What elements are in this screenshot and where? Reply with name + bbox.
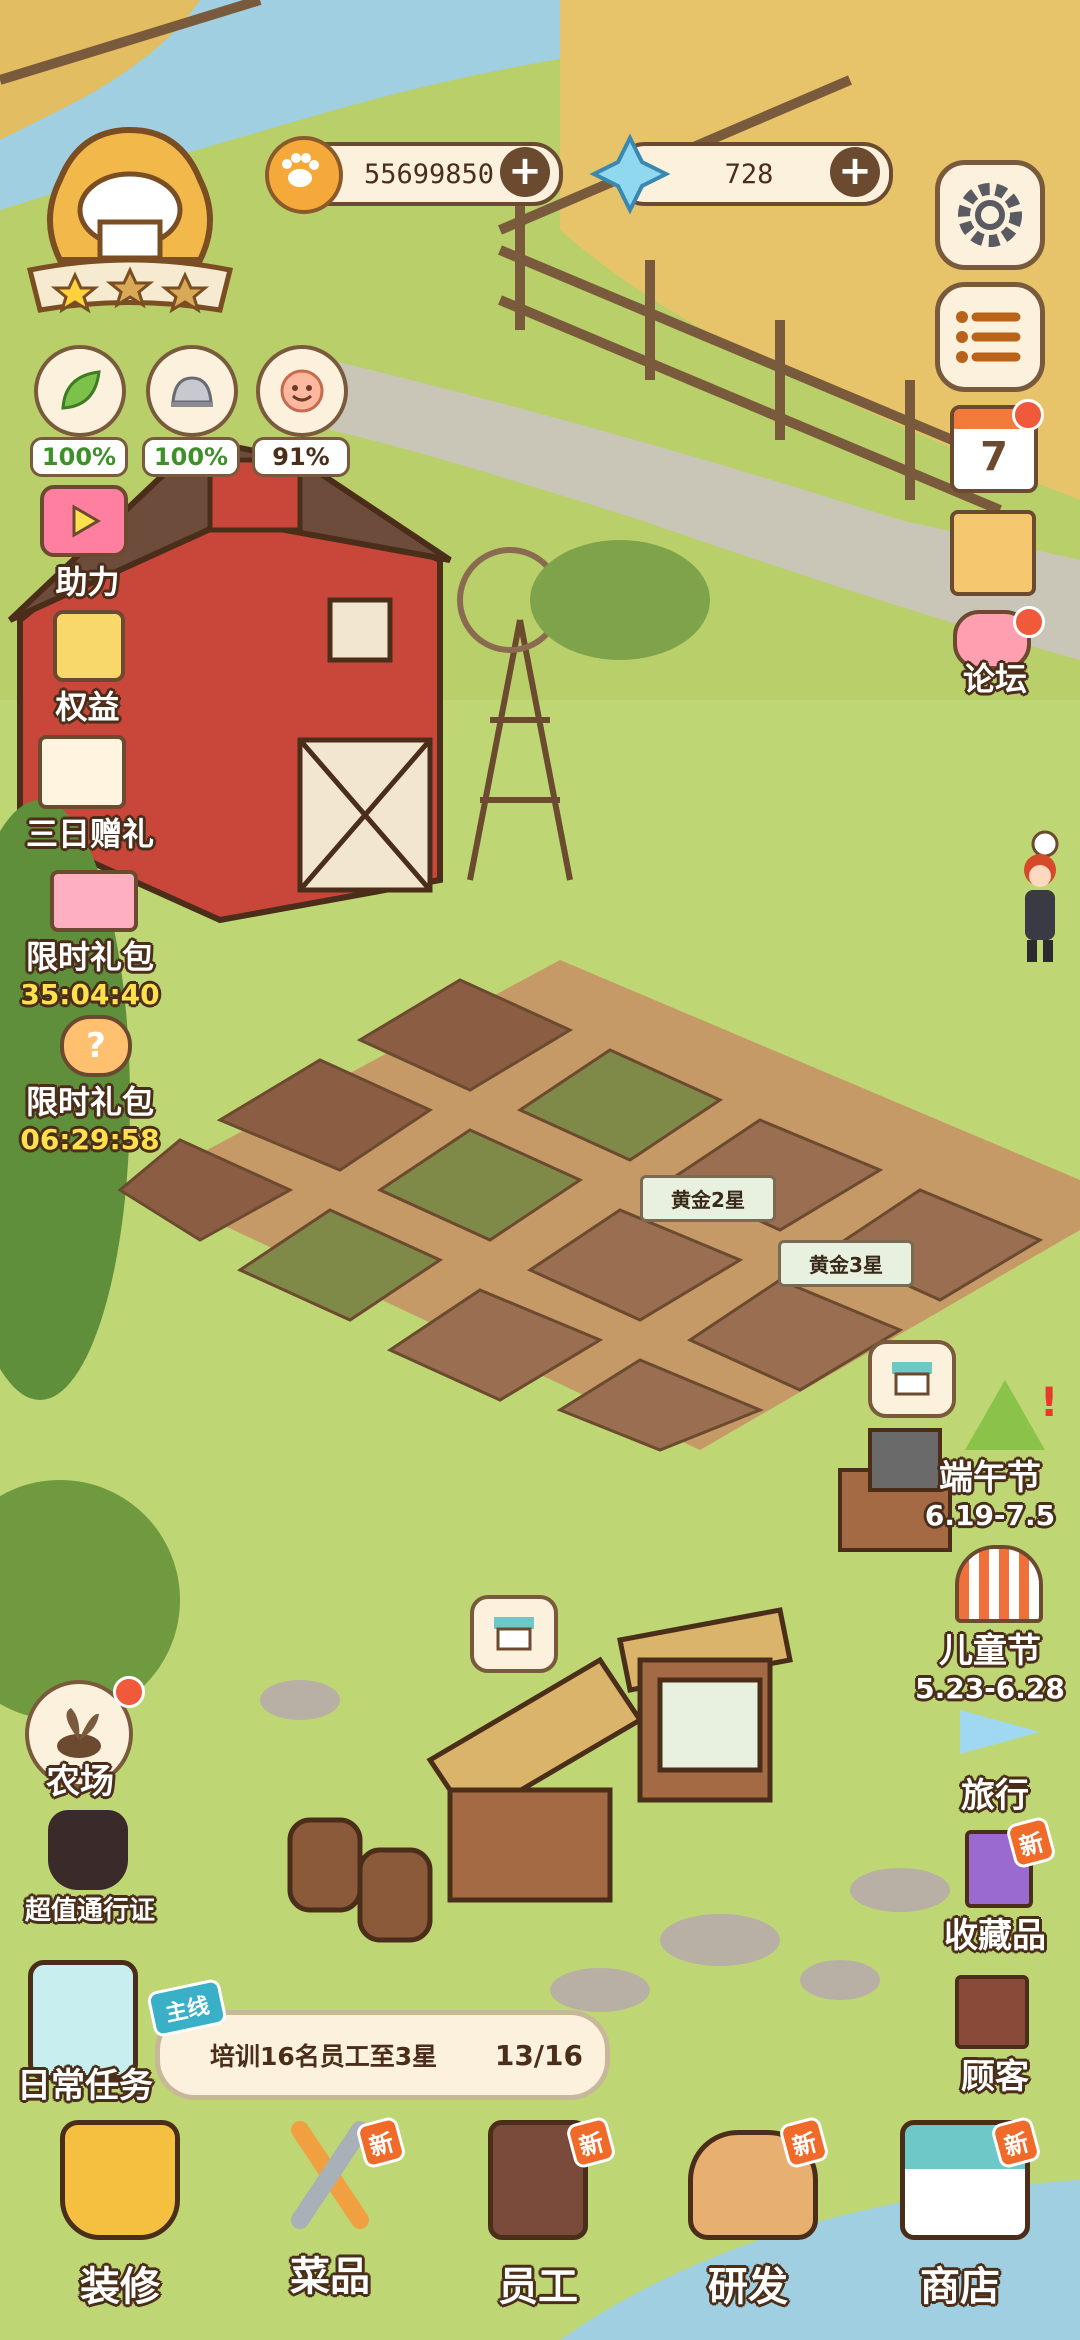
battle-pass-button[interactable]: 超值通行证 (10, 1810, 170, 1930)
dragon-boat-dates: 6.19-7.5 (924, 1499, 1056, 1532)
chef-character-icon (1024, 830, 1059, 962)
customer-book-icon (955, 1975, 1029, 2049)
forum-notification-dot (1013, 606, 1045, 638)
forum-label: 论坛 (962, 660, 1027, 698)
farm-notification-dot (113, 1676, 145, 1708)
paw-coin-icon (265, 136, 343, 214)
limited-pack-button-2[interactable]: ? 限时礼包 06:29:58 (10, 1015, 180, 1156)
add-gems-button[interactable]: + (830, 147, 880, 197)
photo-album-button[interactable] (950, 510, 1040, 600)
limited-pack-label-2: 限时礼包 (25, 1083, 154, 1121)
gem-counter: 728 + (589, 133, 893, 215)
nav-shop-label: 商店 (920, 2264, 1000, 2310)
chef-character[interactable] (1005, 830, 1075, 970)
customers-button[interactable]: 顾客 (930, 1975, 1075, 2097)
farm-button[interactable]: 农场 (15, 1676, 145, 1805)
travel-button[interactable]: 旅行 (930, 1710, 1070, 1830)
daily-tasks-label: 日常任务 (17, 2066, 153, 2106)
three-day-gift-label: 三日赠礼 (25, 815, 154, 853)
calendar-button[interactable]: 7 (950, 399, 1044, 495)
stat-satisfaction: 91% (252, 345, 352, 477)
nav-research[interactable]: 新 研发 (668, 2115, 831, 2330)
stat-satisfaction-value: 91% (252, 437, 350, 477)
collectibles-button[interactable]: 新 收藏品 (930, 1815, 1075, 1960)
childrens-day-dates: 5.23-6.28 (915, 1672, 1065, 1705)
dog-avatar-icon (48, 1810, 128, 1890)
calendar-notification-dot (1012, 399, 1044, 431)
chef-rank-emblem[interactable] (20, 110, 240, 330)
mystery-flower-icon: ? (60, 1015, 132, 1077)
gift-letter-icon (38, 735, 126, 809)
paw-coin-value: 55699850 (363, 158, 495, 190)
airplane-icon (960, 1710, 1040, 1754)
nav-staff-label: 员工 (498, 2264, 578, 2310)
field-sign-gold-3star[interactable]: 黄金3星 (778, 1240, 914, 1287)
cloche-icon (146, 345, 238, 437)
gem-value: 728 (724, 158, 774, 190)
storefront-icon (494, 1617, 534, 1651)
shop-stall-pack-icon (50, 870, 138, 932)
stat-freshness-value: 100% (30, 437, 128, 477)
stat-service-value: 100% (142, 437, 240, 477)
nav-dishes[interactable]: 新 菜品 (250, 2115, 410, 2330)
main-quest-bar[interactable]: 培训16名员工至3星 13/16 (155, 2010, 610, 2100)
collectibles-label: 收藏品 (944, 1916, 1046, 1956)
add-paw-coins-button[interactable]: + (500, 147, 550, 197)
nav-staff[interactable]: 新 员工 (458, 2115, 618, 2330)
childrens-day-event-button[interactable]: 儿童节 5.23-6.28 (905, 1545, 1075, 1705)
settings-button[interactable] (935, 160, 1045, 270)
gear-icon (958, 183, 1022, 247)
zongzi-icon (965, 1380, 1045, 1450)
exclamation-icon: ! (1040, 1380, 1059, 1426)
nav-dishes-label: 菜品 (290, 2254, 370, 2300)
benefits-button[interactable]: 权益 (15, 610, 165, 726)
daily-tasks-button[interactable]: 日常任务 (10, 1960, 160, 2110)
nav-shop[interactable]: 新 商店 (880, 2115, 1043, 2330)
smiley-face-icon (256, 345, 348, 437)
forum-button[interactable]: 论坛 (945, 606, 1055, 700)
carousel-icon (955, 1545, 1043, 1623)
video-play-icon (40, 485, 128, 557)
gem-icon (589, 133, 671, 215)
leaf-icon (34, 345, 126, 437)
limited-pack-timer-1: 35:04:40 (20, 978, 160, 1011)
quest-text: 培训16名员工至3星 (210, 2042, 438, 2071)
gift-box-icon (53, 610, 125, 682)
nav-decorate[interactable]: 装修 (40, 2120, 200, 2330)
travel-label: 旅行 (961, 1776, 1029, 1816)
boost-button[interactable]: 助力 (15, 485, 165, 601)
calendar-day: 7 (980, 434, 1008, 480)
quest-progress: 13/16 (494, 2038, 583, 2072)
shop-bubble-stall[interactable] (470, 1595, 558, 1673)
childrens-day-label: 儿童节 (939, 1631, 1041, 1671)
three-day-gift-button[interactable]: 三日赠礼 (10, 735, 180, 853)
customers-label: 顾客 (961, 2057, 1029, 2097)
limited-pack-label-1: 限时礼包 (25, 938, 154, 976)
farm-label: 农场 (46, 1762, 114, 1802)
battle-pass-label: 超值通行证 (24, 1896, 155, 1926)
boost-label: 助力 (55, 563, 120, 601)
nav-decorate-label: 装修 (80, 2264, 160, 2310)
nav-research-label: 研发 (708, 2264, 788, 2310)
limited-pack-button-1[interactable]: 限时礼包 35:04:40 (10, 870, 180, 1011)
stat-service: 100% (142, 345, 242, 477)
chef-hat-icon (26, 126, 234, 314)
limited-pack-timer-2: 06:29:58 (20, 1123, 160, 1156)
field-sign-gold-2star[interactable]: 黄金2星 (640, 1175, 776, 1222)
dragon-boat-event-button[interactable]: ! 端午节 6.19-7.5 (915, 1380, 1075, 1540)
photo-frame-icon (950, 510, 1036, 596)
dragon-boat-label: 端午节 (939, 1458, 1041, 1498)
benefits-label: 权益 (55, 688, 120, 726)
stat-freshness: 100% (30, 345, 130, 477)
menu-list-button[interactable] (935, 282, 1045, 392)
list-icon (956, 311, 1021, 363)
paw-coin-counter: 55699850 + (265, 136, 563, 214)
paint-bucket-icon (60, 2120, 180, 2240)
